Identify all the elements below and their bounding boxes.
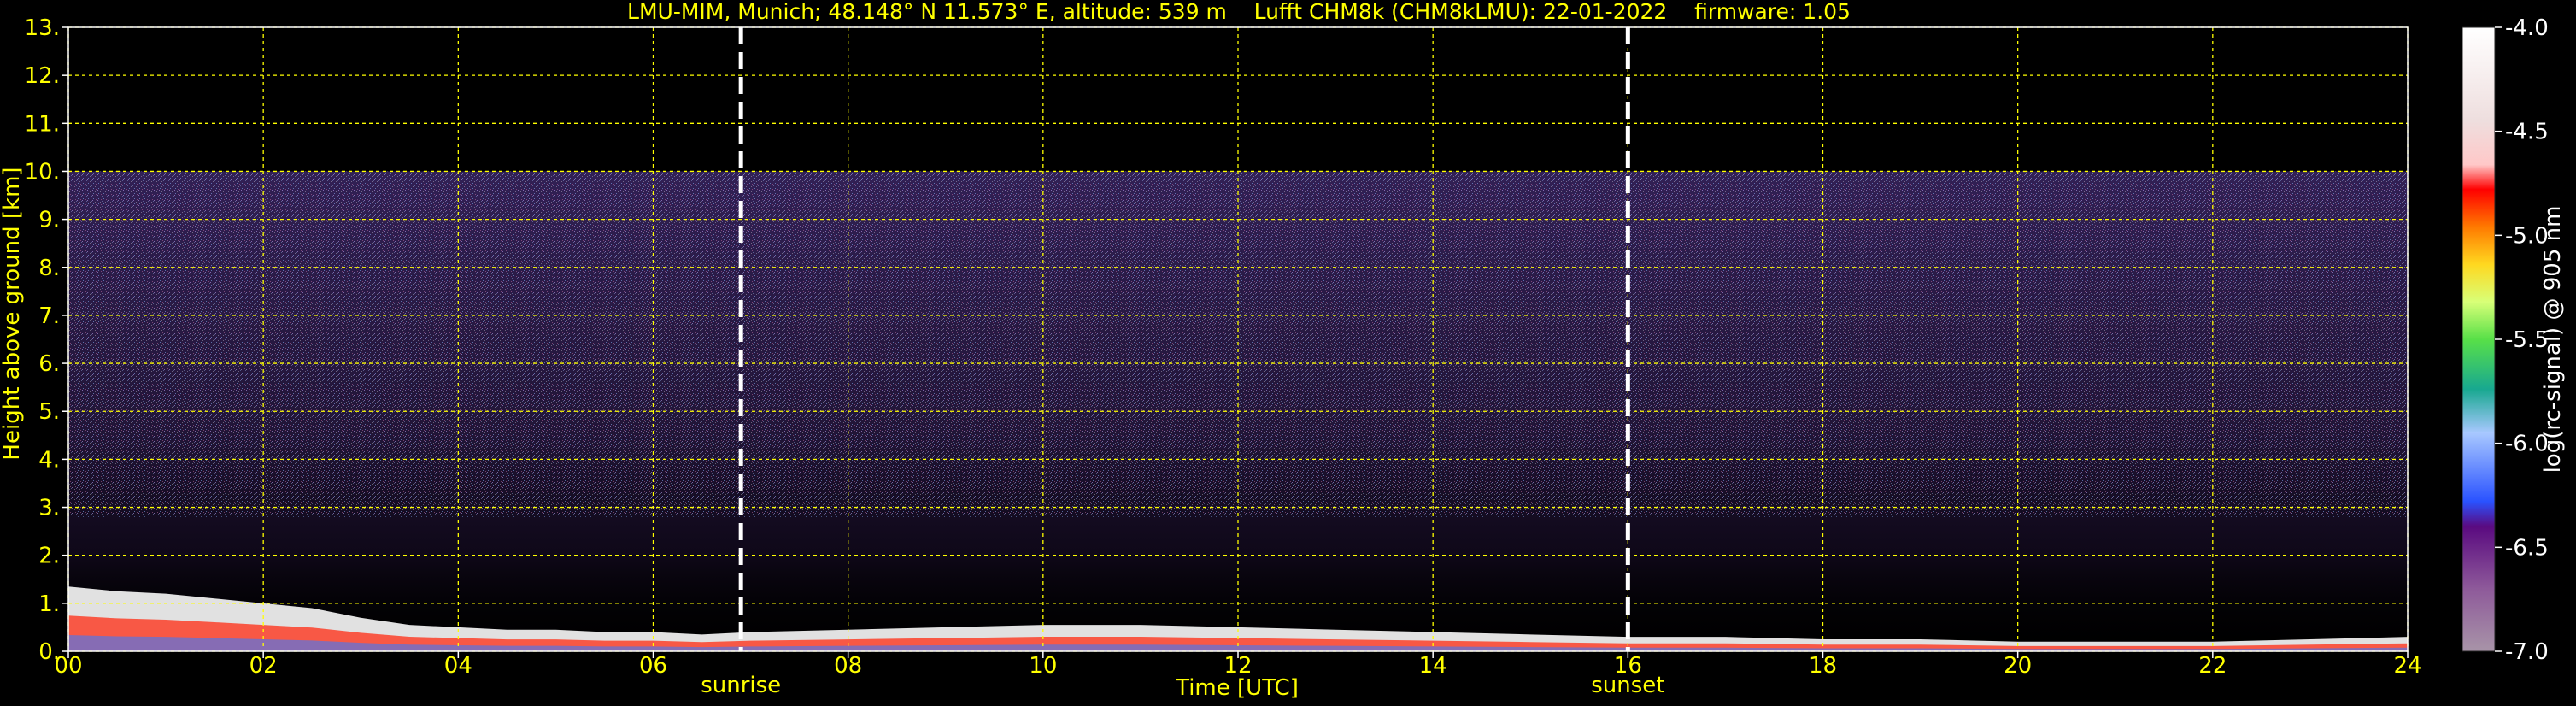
x-tick-label: 00 (54, 653, 82, 679)
y-tick-label: 11. (25, 111, 60, 137)
x-tick-label: 12 (1223, 653, 1252, 679)
colorbar-tick-label: -7.0 (2505, 639, 2549, 665)
x-tick-label: 18 (1809, 653, 1837, 679)
y-tick-label: 5. (38, 399, 60, 425)
ceilometer-chart: LMU-MIM, Munich; 48.148° N 11.573° E, al… (0, 0, 2566, 701)
x-tick-label: 02 (249, 653, 278, 679)
y-tick-label: 6. (38, 351, 60, 377)
colorbar: -4.0-4.5-5.0-5.5-6.0-6.5-7.0 (2462, 15, 2549, 665)
x-tick-label: 14 (1419, 653, 1447, 679)
y-tick-label: 7. (38, 303, 60, 329)
colorbar-tick-label: -4.0 (2505, 15, 2549, 41)
y-tick-label: 2. (38, 544, 60, 569)
y-tick-label: 8. (38, 256, 60, 281)
x-tick-label: 20 (2004, 653, 2032, 679)
plot-area (67, 26, 2409, 652)
colorbar-tick-label: -4.5 (2505, 120, 2549, 145)
y-tick-label: 4. (38, 447, 60, 473)
x-tick-label: 16 (1614, 653, 1642, 679)
colorbar-tick-label: -6.5 (2505, 535, 2549, 561)
y-tick-label: 3. (38, 496, 60, 521)
x-tick-label: 08 (834, 653, 862, 679)
x-tick-label: 06 (639, 653, 667, 679)
chart-title: LMU-MIM, Munich; 48.148° N 11.573° E, al… (627, 0, 1851, 24)
y-tick-label: 1. (38, 591, 60, 617)
colorbar-gradient (2462, 26, 2496, 652)
x-tick-label: 10 (1029, 653, 1057, 679)
x-tick-label: 04 (444, 653, 472, 679)
x-tick-label: 22 (2198, 653, 2227, 679)
y-tick-label: 10. (25, 159, 60, 185)
y-axis-label: Height above ground [km] (0, 167, 25, 460)
y-tick-label: 12. (25, 63, 60, 89)
x-tick-label: 24 (2393, 653, 2421, 679)
y-tick-label: 13. (25, 15, 60, 41)
colorbar-label: log(rc-signal) @ 905 nm (2540, 206, 2566, 474)
event-marker-label: sunrise (701, 673, 781, 698)
y-tick-label: 9. (38, 208, 60, 233)
x-axis-label: Time [UTC] (1175, 675, 1299, 701)
